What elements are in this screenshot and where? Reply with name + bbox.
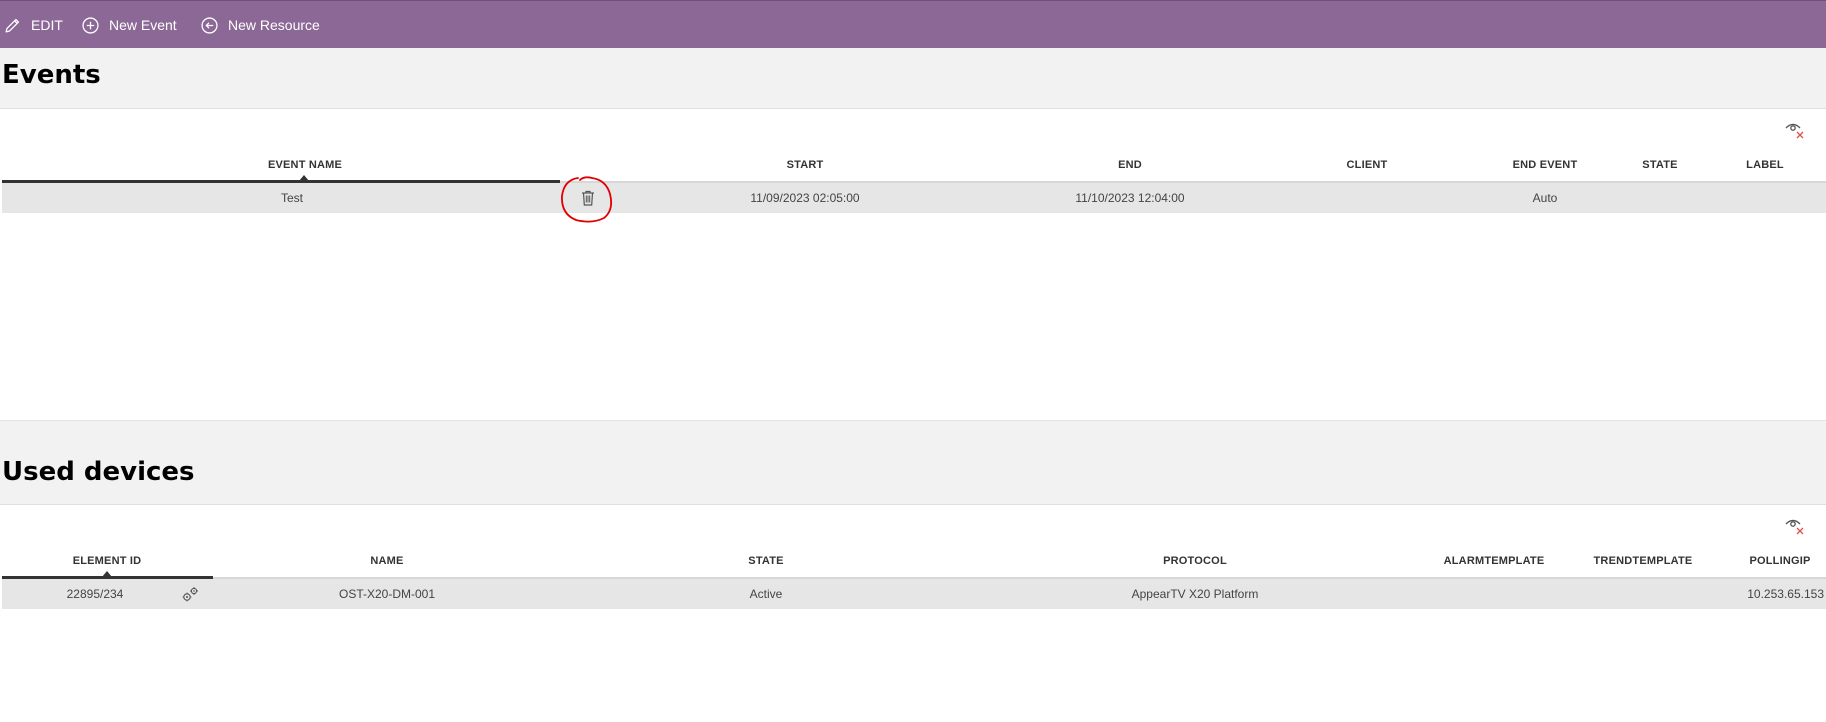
column-visibility-icon[interactable] <box>1784 119 1806 141</box>
new-resource-label: New Resource <box>228 17 320 33</box>
events-table-header: EVENT NAME START END CLIENT END EVENT ST… <box>0 150 1826 180</box>
cell-state: Active <box>749 587 783 601</box>
devices-section-header: Used devices <box>0 420 1826 505</box>
pencil-icon <box>5 18 20 33</box>
column-header-end-event[interactable]: END EVENT <box>1480 150 1610 180</box>
events-title: Events <box>2 60 101 90</box>
cell-trendtemplate <box>1573 579 1713 609</box>
cell-client <box>1302 183 1432 213</box>
add-circle-icon <box>82 16 99 34</box>
trash-icon[interactable] <box>579 189 597 207</box>
cell-end-event: Auto <box>1532 191 1558 205</box>
column-visibility-icon[interactable] <box>1784 515 1806 537</box>
arrow-circle-left-icon <box>201 16 218 34</box>
column-header-trendtemplate[interactable]: TRENDTEMPLATE <box>1573 546 1713 576</box>
new-event-label: New Event <box>109 17 177 33</box>
events-section-header: Events <box>0 48 1826 109</box>
cell-pollingip: 10.253.65.153 <box>1747 587 1824 601</box>
cell-start: 11/09/2023 02:05:00 <box>750 191 860 205</box>
toolbar: EDIT New Event New Resource <box>0 0 1826 48</box>
column-header-state[interactable]: STATE <box>716 546 816 576</box>
cell-state <box>1620 183 1700 213</box>
edit-label: EDIT <box>31 17 63 33</box>
sort-ascending-icon <box>102 571 112 577</box>
column-header-client[interactable]: CLIENT <box>1302 150 1432 180</box>
cell-end: 11/10/2023 12:04:00 <box>1075 191 1185 205</box>
column-header-pollingip[interactable]: POLLINGIP <box>1728 546 1826 576</box>
column-header-label[interactable]: LABEL <box>1725 150 1805 180</box>
settings-icon[interactable] <box>182 586 199 603</box>
cell-label <box>1725 183 1805 213</box>
column-header-name[interactable]: NAME <box>327 546 447 576</box>
devices-title: Used devices <box>2 457 195 487</box>
column-header-state[interactable]: STATE <box>1620 150 1700 180</box>
cell-element-id: 22895/234 <box>66 587 124 601</box>
column-header-protocol[interactable]: PROTOCOL <box>1120 546 1270 576</box>
new-event-button[interactable]: New Event <box>82 1 177 49</box>
column-header-alarmtemplate[interactable]: ALARMTEMPLATE <box>1424 546 1564 576</box>
table-row[interactable]: 22895/234 OST-X20-DM-001 Active AppearTV… <box>2 579 1826 609</box>
devices-table-header: ELEMENT ID NAME STATE PROTOCOL ALARMTEMP… <box>0 546 1826 576</box>
column-header-start[interactable]: START <box>730 150 880 180</box>
cell-event-name: Test <box>280 191 303 205</box>
cell-name: OST-X20-DM-001 <box>338 587 436 601</box>
column-header-end[interactable]: END <box>1055 150 1205 180</box>
devices-panel <box>0 505 1826 722</box>
cell-alarmtemplate <box>1424 579 1564 609</box>
table-row[interactable]: Test 11/09/2023 02:05:00 11/10/2023 12:0… <box>2 183 1826 213</box>
edit-button[interactable]: EDIT <box>4 1 63 49</box>
cell-protocol: AppearTV X20 Platform <box>1131 587 1259 601</box>
sort-ascending-icon <box>299 175 309 181</box>
new-resource-button[interactable]: New Resource <box>201 1 320 49</box>
